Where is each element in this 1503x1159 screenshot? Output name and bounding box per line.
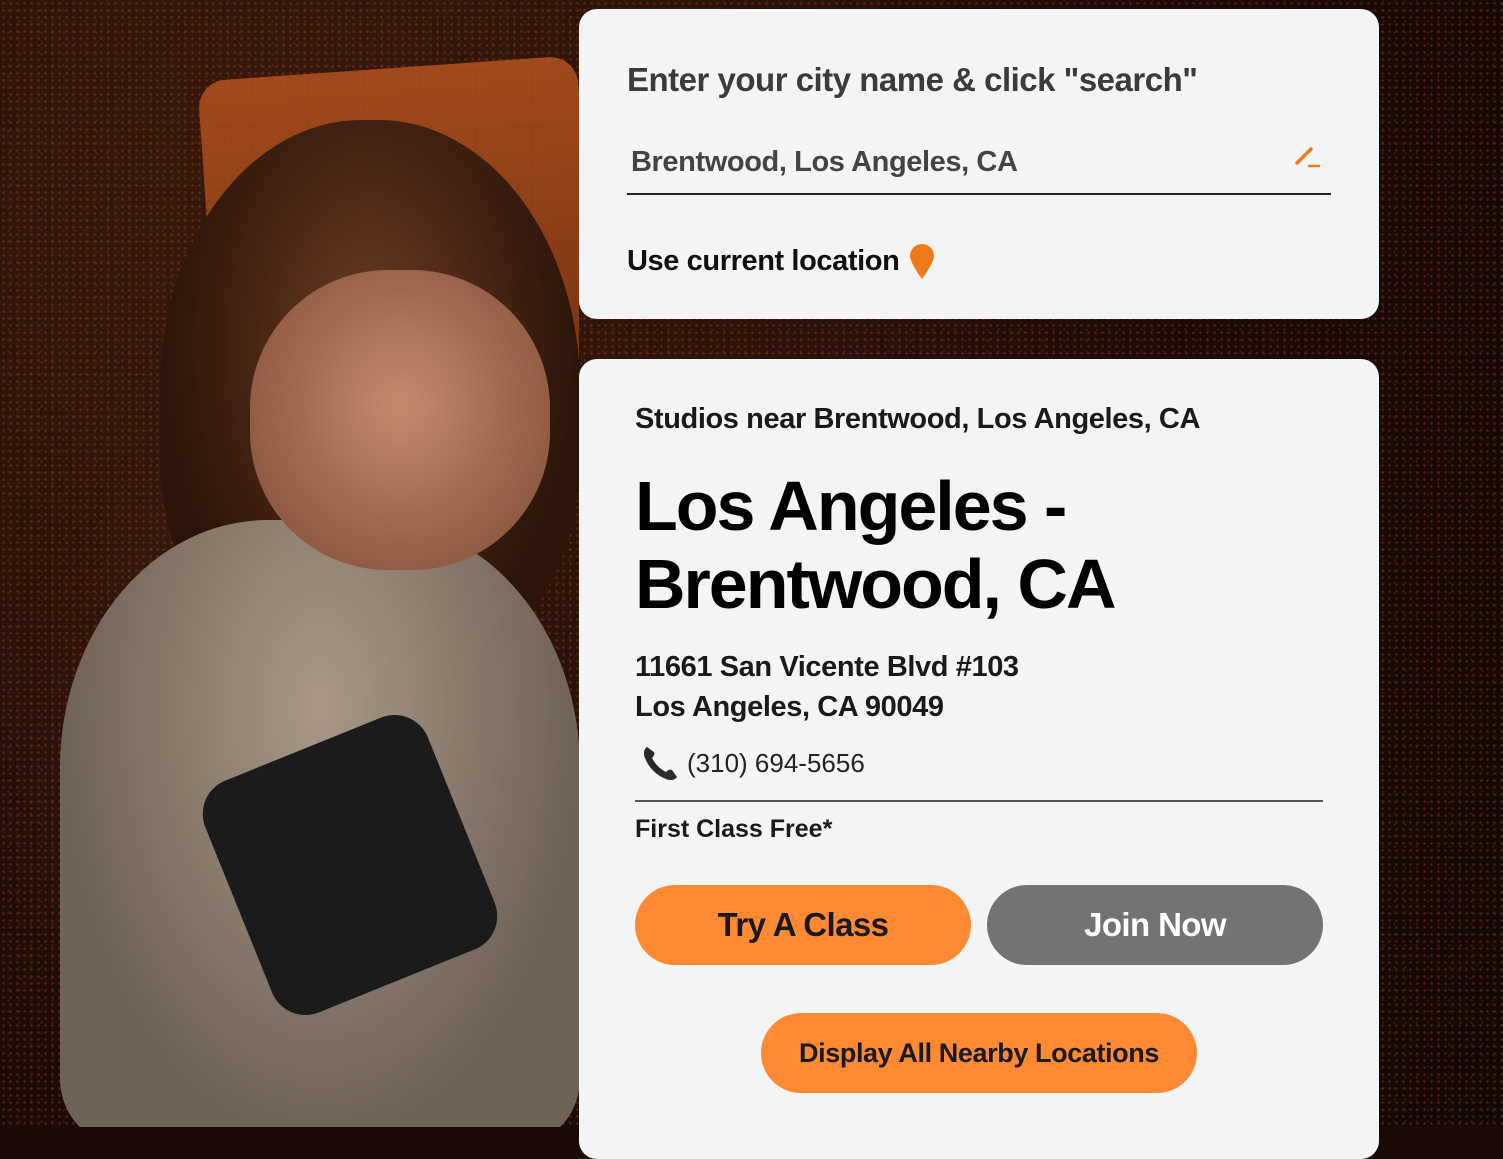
studios-near-heading: Studios near Brentwood, Los Angeles, CA xyxy=(635,403,1200,435)
city-search-input[interactable] xyxy=(627,133,1281,191)
studio-name: Los Angeles - Brentwood, CA xyxy=(635,467,1117,623)
use-current-location-link[interactable]: Use current location xyxy=(627,241,937,281)
hero-photo xyxy=(0,0,579,1127)
phone-row: (310) 694-5656 xyxy=(639,741,865,785)
photo-face xyxy=(250,270,550,570)
divider xyxy=(635,800,1323,802)
studio-address: 11661 San Vicente Blvd #103 Los Angeles,… xyxy=(635,647,1019,727)
telephone-icon xyxy=(643,747,677,781)
map-pin-icon xyxy=(910,244,935,279)
display-all-locations-button[interactable]: Display All Nearby Locations xyxy=(761,1013,1197,1093)
search-field-wrapper xyxy=(627,133,1331,195)
address-line-2: Los Angeles, CA 90049 xyxy=(635,691,944,723)
address-line-1: 11661 San Vicente Blvd #103 xyxy=(635,651,1019,683)
pencil-icon[interactable] xyxy=(1291,141,1321,171)
phone-number-link[interactable]: (310) 694-5656 xyxy=(687,748,865,779)
use-current-location-label: Use current location xyxy=(627,244,900,277)
search-prompt: Enter your city name & click "search" xyxy=(627,61,1198,98)
search-card: Enter your city name & click "search" Us… xyxy=(579,9,1379,319)
join-now-button[interactable]: Join Now xyxy=(987,885,1323,965)
results-card: Studios near Brentwood, Los Angeles, CA … xyxy=(579,359,1379,1159)
try-a-class-button[interactable]: Try A Class xyxy=(635,885,971,965)
offer-text: First Class Free* xyxy=(635,815,833,843)
